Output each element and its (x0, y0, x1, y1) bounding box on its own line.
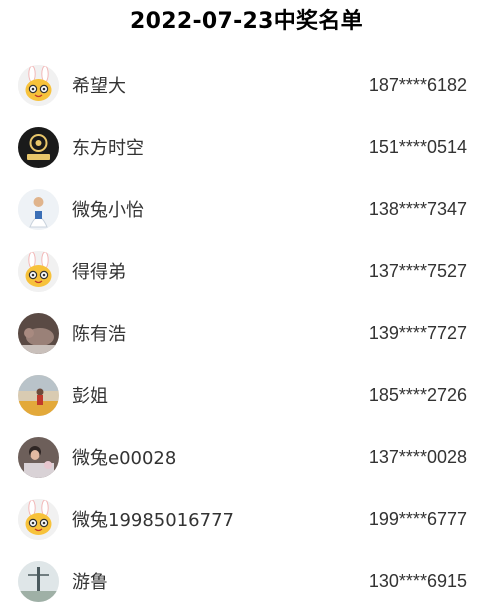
list-item: 微兔e00028 137****0028 (0, 426, 493, 488)
winner-phone: 137****0028 (368, 446, 467, 467)
winner-name: 彭姐 (72, 386, 108, 407)
scene-photo-avatar (18, 374, 59, 416)
animal-photo-avatar (18, 312, 59, 354)
winner-phone: 199****6777 (368, 508, 467, 529)
winner-name: 东方时空 (72, 138, 144, 159)
winner-name: 微兔e00028 (72, 448, 177, 469)
person-photo-avatar (18, 436, 59, 478)
logo-avatar (18, 126, 59, 168)
winner-name: 微兔19985016777 (72, 510, 234, 531)
winner-phone: 151****0514 (368, 136, 467, 157)
winner-name: 得得弟 (72, 262, 126, 283)
winner-phone: 185****2726 (368, 384, 467, 405)
list-item: 希望大 187****6182 (0, 54, 493, 116)
winner-phone: 137****7527 (368, 260, 467, 281)
winner-phone: 139****7727 (368, 322, 467, 343)
list-item: 彭姐 185****2726 (0, 364, 493, 426)
list-item: 微兔小怡 138****7347 (0, 178, 493, 240)
rabbit-mascot-avatar (18, 64, 59, 106)
winner-phone: 187****6182 (368, 74, 467, 95)
list-item: 微兔19985016777 199****6777 (0, 488, 493, 550)
winner-name: 游鲁 (72, 572, 108, 593)
landscape-photo-avatar (18, 560, 59, 602)
winner-name: 微兔小怡 (72, 200, 144, 221)
winner-phone: 130****6915 (368, 570, 467, 591)
page-title: 2022-07-23中奖名单 (130, 9, 363, 34)
list-item: 游鲁 130****6915 (0, 550, 493, 612)
winner-name: 希望大 (72, 76, 126, 97)
person-photo-avatar (18, 188, 59, 230)
list-item: 得得弟 137****7527 (0, 240, 493, 302)
rabbit-mascot-avatar (18, 498, 59, 540)
list-item: 陈有浩 139****7727 (0, 302, 493, 364)
winner-list: 希望大 187****6182 东方时空 151****0514 微兔小怡 13 (0, 54, 493, 612)
winner-phone: 138****7347 (368, 198, 467, 219)
winner-name: 陈有浩 (72, 324, 126, 345)
rabbit-mascot-avatar (18, 250, 59, 292)
list-item: 东方时空 151****0514 (0, 116, 493, 178)
